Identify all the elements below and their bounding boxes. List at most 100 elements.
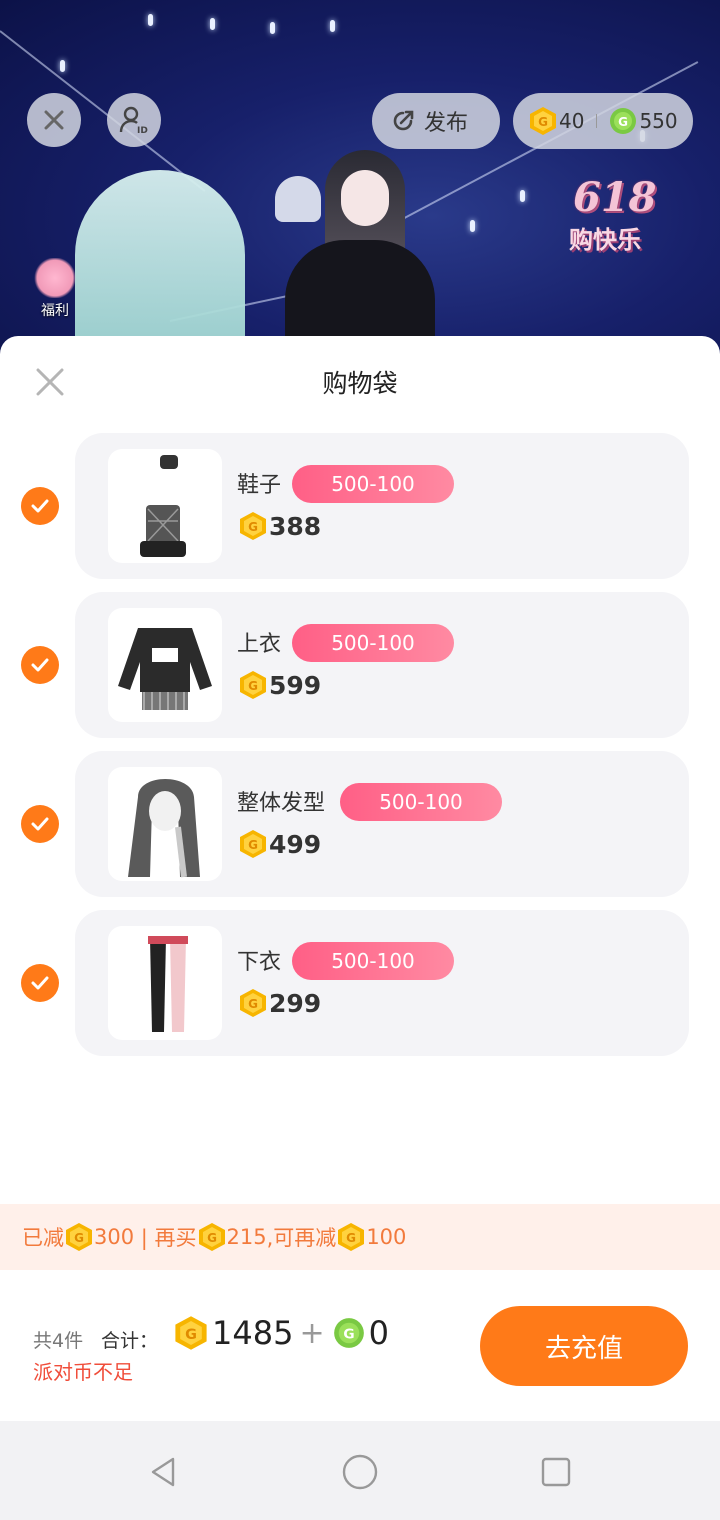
recents-nav-icon [541,1457,571,1487]
light-bulb [330,20,335,32]
total-label: 合计： [101,1330,159,1352]
recents-nav-button[interactable] [537,1453,575,1491]
gold-coin-icon: G [239,988,267,1018]
welfare-label: 福利 [41,303,69,319]
item-checkbox[interactable] [21,805,59,843]
item-price-value: 599 [269,670,322,700]
item-checkbox[interactable] [21,964,59,1002]
item-card[interactable]: 整体发型 500-100 G 499 [75,751,689,897]
light-bulb [470,220,475,232]
discount-tag: 500-100 [292,624,454,662]
item-name: 整体发型 [237,791,326,816]
item-price: G 499 [237,829,321,859]
discount-tag: 500-100 [292,465,454,503]
cart-item: 下衣 500-100 G 299 [0,910,720,1056]
can-reduce-amount: 100 [366,1225,407,1249]
buy-more-amount: 215 [226,1225,267,1249]
light-bulb [210,18,215,30]
svg-text:G: G [248,997,258,1011]
svg-text:G: G [248,520,258,534]
close-icon [44,110,64,130]
gold-coin-icon: G [239,670,267,700]
item-count: 共4件 [33,1330,84,1352]
home-nav-icon [342,1454,378,1490]
reduced-amount: 300 [94,1225,135,1249]
svg-text:G: G [248,679,258,693]
svg-text:G: G [343,1327,354,1343]
item-thumbnail [108,926,222,1040]
back-nav-button[interactable] [145,1453,183,1491]
green-coin-icon: G [609,107,637,135]
checkmark-icon [31,817,49,831]
light-bulb [60,60,65,72]
cart-item: 整体发型 500-100 G 499 [0,751,720,897]
promo-618-badge[interactable]: 618 购快乐 [545,168,695,278]
publish-button[interactable]: 发布 [372,93,500,149]
svg-text:G: G [74,1231,84,1245]
back-nav-icon [151,1457,175,1487]
green-coin-icon: G [333,1317,365,1349]
buy-more-label: | 再买 [134,1226,197,1250]
item-thumbnail [108,767,222,881]
checkmark-icon [31,658,49,672]
discount-tag: 500-100 [292,942,454,980]
item-price-value: 499 [269,829,322,859]
item-checkbox[interactable] [21,487,59,525]
profile-id-button[interactable]: ID [107,93,161,147]
welfare-entry[interactable]: 福利 [28,258,82,328]
item-card[interactable]: 上衣 500-100 G 599 [75,592,689,738]
total-price: G 1485 + G 0 [174,1314,395,1352]
gold-coin-icon: G [239,511,267,541]
divider [596,114,598,128]
can-reduce-label: ,可再减 [266,1226,337,1250]
gold-coin-icon: G [65,1222,93,1252]
gold-coin-icon: G [198,1222,226,1252]
publish-label: 发布 [424,111,469,136]
item-card[interactable]: 下衣 500-100 G 299 [75,910,689,1056]
recharge-button[interactable]: 去充值 [480,1306,688,1386]
reduced-label: 已减 [22,1226,64,1250]
item-price: G 599 [237,670,321,700]
item-price-value: 388 [269,511,322,541]
checkout-footer: 共4件 合计： G 1485 + G 0 派对币不足 去充值 [0,1270,720,1421]
gold-total: 1485 [212,1314,294,1352]
item-name: 下衣 [237,950,282,975]
svg-text:G: G [207,1231,217,1245]
gold-balance: 40 [559,109,585,133]
gold-coin-icon: G [239,829,267,859]
item-thumbnail [108,608,222,722]
currency-balance[interactable]: G 40 G 550 [513,93,693,149]
item-card[interactable]: 鞋子 500-100 G 388 [75,433,689,579]
light-bulb [148,14,153,26]
svg-text:G: G [538,115,548,129]
item-checkbox[interactable] [21,646,59,684]
character-avatar [285,150,435,360]
promo-number: 618 [573,174,657,221]
profile-id-icon: ID [119,106,148,135]
promo-text: 购快乐 [569,226,641,254]
bow-icon [33,258,77,298]
item-name: 鞋子 [237,473,282,498]
green-balance: 550 [639,109,678,133]
close-button[interactable] [27,93,81,147]
item-price-value: 299 [269,988,322,1018]
svg-text:G: G [346,1231,356,1245]
plus-sign: + [299,1315,325,1351]
glowing-lamp [75,170,245,360]
sheet-title: 购物袋 [322,369,398,398]
green-total: 0 [368,1314,389,1352]
home-nav-button[interactable] [341,1453,379,1491]
shopping-bag-sheet: 购物袋 鞋子 500-100 G 388 上衣 500-100 G 599 整体… [0,336,720,1421]
system-nav-bar [0,1421,720,1520]
checkmark-icon [31,976,49,990]
svg-text:ID: ID [137,126,148,135]
svg-text:G: G [619,115,629,129]
insufficient-balance-warning: 派对币不足 [33,1360,133,1384]
item-thumbnail [108,449,222,563]
light-bulb [520,190,525,202]
cart-item: 上衣 500-100 G 599 [0,592,720,738]
light-bulb [270,22,275,34]
gold-coin-icon: G [337,1222,365,1252]
svg-text:G: G [248,838,258,852]
gold-coin-icon: G [529,106,557,136]
